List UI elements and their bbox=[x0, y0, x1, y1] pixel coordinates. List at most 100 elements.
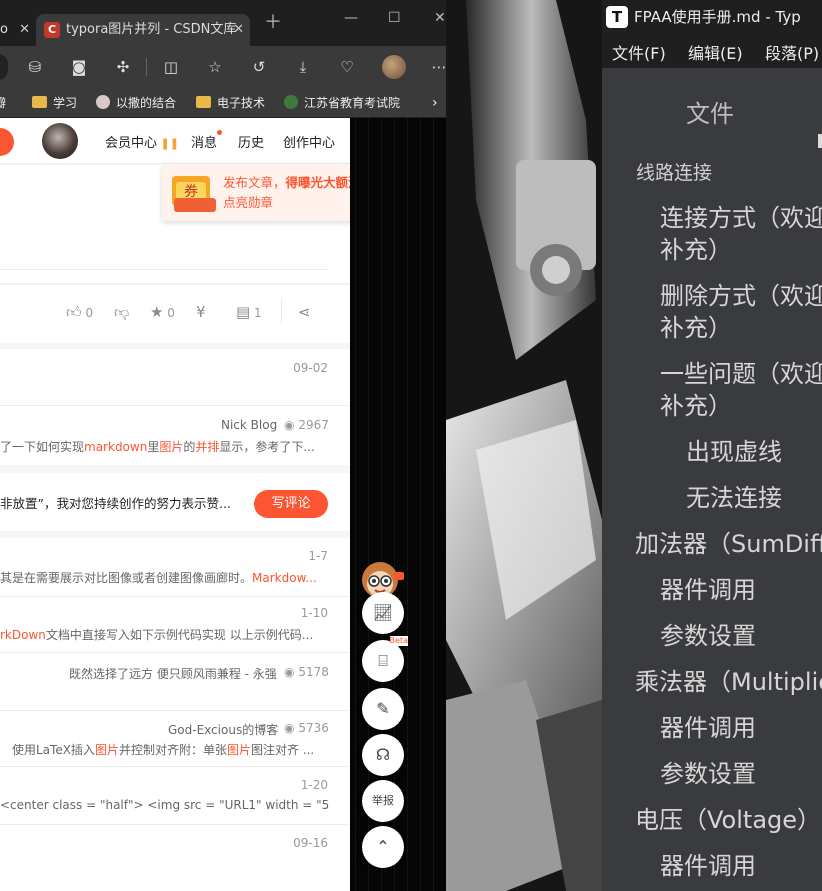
thumb-up-icon: 👍︎ bbox=[66, 303, 82, 321]
outline-item[interactable]: 补充） bbox=[660, 308, 732, 343]
yuan-icon: ¥ bbox=[196, 303, 206, 321]
maximize-button[interactable]: ☐ bbox=[388, 10, 401, 26]
outline-item[interactable]: 一些问题（欢迎 bbox=[660, 354, 822, 389]
author-name[interactable]: Nick Blog bbox=[221, 418, 277, 432]
article-snippet[interactable]: 了一下如何实现markdown里图片的并排显示，参考了下... bbox=[0, 438, 330, 455]
tab-active[interactable]: C typora图片并列 - CSDN文库 ✕ bbox=[36, 14, 250, 46]
address-bar[interactable] bbox=[0, 54, 8, 80]
typora-menubar: 文件(F) 编辑(E) 段落(P) bbox=[602, 34, 822, 68]
outline-item[interactable]: 器件调用 bbox=[660, 846, 756, 881]
new-tab-button[interactable]: ＋ bbox=[264, 8, 282, 34]
thumb-down-icon: 👎︎ bbox=[114, 303, 130, 321]
folder-icon bbox=[32, 96, 47, 108]
outline-item[interactable]: 出现虚线 bbox=[686, 432, 782, 467]
wallpaper-art bbox=[446, 0, 602, 891]
creator-center-link[interactable]: 创作中心 bbox=[283, 132, 335, 151]
outline-item[interactable]: 补充） bbox=[660, 230, 732, 265]
performance-heart-icon[interactable]: ♡ bbox=[336, 56, 358, 78]
puzzle-icon[interactable]: ✣ bbox=[112, 56, 134, 78]
outline-item[interactable]: 乘法器（Multiplie bbox=[635, 662, 822, 697]
extension-glasses-icon[interactable]: ◙ bbox=[68, 56, 90, 78]
profile-avatar[interactable] bbox=[382, 55, 406, 79]
tab-previous[interactable]: o ✕ bbox=[0, 14, 34, 46]
download-icon[interactable]: ⤓ bbox=[292, 56, 314, 78]
bookmark-jseea[interactable]: 江苏省教育考试院 bbox=[284, 93, 400, 113]
author-name[interactable]: 既然选择了远方 便只顾风雨兼程 - 永强 bbox=[69, 665, 277, 682]
database-icon[interactable]: ⛁ bbox=[24, 56, 46, 78]
member-center-link[interactable]: 会员中心 ❚❚ bbox=[105, 132, 179, 151]
csdn-top-nav: 会员中心 ❚❚ 消息 历史 创作中心 bbox=[0, 118, 350, 164]
typora-logo-icon: T bbox=[606, 6, 628, 28]
report-button[interactable]: 举报 bbox=[362, 780, 404, 822]
user-avatar[interactable] bbox=[42, 123, 78, 159]
history-icon[interactable]: ↺ bbox=[248, 56, 270, 78]
tab-close-icon[interactable]: ✕ bbox=[233, 14, 244, 46]
minimize-button[interactable]: — bbox=[344, 10, 358, 26]
view-count: ◉ 2967 bbox=[284, 418, 329, 432]
unread-dot bbox=[217, 130, 223, 135]
bookmarks-more-chevron-icon[interactable]: › bbox=[432, 93, 438, 113]
collect-button[interactable]: ★ 0 bbox=[150, 303, 175, 321]
outline-item[interactable]: 电压（Voltage） bbox=[635, 800, 821, 835]
sidebar-tab-files[interactable]: 文件 bbox=[686, 94, 734, 129]
view-count: ◉ 5736 bbox=[284, 721, 329, 735]
star-icon: ★ bbox=[150, 303, 164, 321]
article-snippet[interactable]: rkDown文档中直接写入如下示例代码实现 以上示例代码... bbox=[0, 626, 330, 643]
menu-edit[interactable]: 编辑(E) bbox=[688, 40, 743, 64]
browser-toolbar: ⛁ ◙ ✣ ◫ ☆ ↺ ⤓ ♡ ⋯ bbox=[0, 46, 464, 88]
bookmark-isaac[interactable]: 以撒的结合 bbox=[96, 93, 176, 113]
dislike-button[interactable]: 👎︎ bbox=[114, 303, 129, 322]
bracket-icon: ⌸ bbox=[378, 651, 388, 670]
share-button[interactable]: ⋖ bbox=[298, 303, 311, 321]
article-action-bar: 👍︎ 0 👎︎ ★ 0 ¥ ▤ 1 ⋖ bbox=[0, 285, 350, 343]
outline-item[interactable]: 加法器（SumDiff bbox=[635, 524, 822, 559]
split-screen-icon[interactable]: ◫ bbox=[160, 56, 182, 78]
favorites-icon[interactable]: ☆ bbox=[204, 56, 226, 78]
comment-icon: ▤ bbox=[236, 303, 251, 321]
folder-icon bbox=[196, 96, 211, 108]
back-to-top-button[interactable]: ⌃ bbox=[362, 826, 404, 868]
promo-text[interactable]: 发布文章，得曝光大额流量券 点亮勋章 bbox=[223, 173, 350, 213]
outline-item[interactable]: 删除方式（欢迎 bbox=[660, 276, 822, 311]
bookmark-item[interactable]: 瓣 bbox=[0, 93, 6, 113]
outline-item[interactable]: 无法连接 bbox=[686, 478, 782, 513]
isaac-icon bbox=[96, 95, 110, 109]
like-button[interactable]: 👍︎ 0 bbox=[66, 303, 93, 322]
reward-button[interactable]: ¥ bbox=[196, 303, 206, 321]
share-icon: ⋖ bbox=[298, 303, 311, 321]
messages-link[interactable]: 消息 bbox=[191, 130, 223, 151]
bookmark-folder-study[interactable]: 学习 bbox=[32, 93, 77, 113]
menu-paragraph[interactable]: 段落(P) bbox=[765, 40, 819, 64]
tab-bar: o ✕ C typora图片并列 - CSDN文库 ✕ ＋ — ☐ ✕ bbox=[0, 0, 464, 46]
beta-tool-button[interactable]: ⌸ Beta bbox=[362, 636, 408, 682]
eye-icon: ◉ bbox=[284, 665, 295, 679]
outline-item[interactable]: 器件调用 bbox=[660, 570, 756, 605]
tab-close-icon[interactable]: ✕ bbox=[19, 14, 30, 46]
outline-item[interactable]: 参数设置 bbox=[660, 754, 756, 789]
back-to-top-icon: ⌃ bbox=[376, 837, 390, 856]
write-note-button[interactable]: ✎ bbox=[362, 688, 404, 730]
window-close-button[interactable]: ✕ bbox=[434, 10, 446, 26]
data-chart-button[interactable]: 📈︎ bbox=[362, 592, 404, 634]
chart-icon: 📈︎ bbox=[372, 603, 394, 622]
menu-file[interactable]: 文件(F) bbox=[612, 40, 666, 64]
outline-item[interactable]: 补充） bbox=[660, 386, 732, 421]
author-name[interactable]: God-Excious的博客 bbox=[168, 721, 278, 738]
outline-item[interactable]: 器件调用 bbox=[660, 708, 756, 743]
browser-window: o ✕ C typora图片并列 - CSDN文库 ✕ ＋ — ☐ ✕ ⛁ ◙ … bbox=[0, 0, 464, 891]
search-button[interactable] bbox=[0, 128, 14, 156]
customer-service-button[interactable]: ☊ bbox=[362, 734, 404, 776]
desktop-wallpaper bbox=[446, 0, 602, 891]
article-snippet[interactable]: <center class = "half"> <img src = "URL1… bbox=[0, 798, 330, 812]
bookmark-folder-electronics[interactable]: 电子技术 bbox=[196, 93, 265, 113]
write-comment-button[interactable]: 写评论 bbox=[254, 490, 328, 518]
eye-icon: ◉ bbox=[284, 721, 295, 735]
site-icon bbox=[284, 95, 298, 109]
outline-item[interactable]: 线路连接 bbox=[636, 158, 712, 185]
comment-count-button[interactable]: ▤ 1 bbox=[236, 303, 262, 321]
article-snippet[interactable]: 使用LaTeX插入图片并控制对齐附：单张图片图注对齐 ... bbox=[12, 741, 330, 758]
article-snippet[interactable]: 其是在需要展示对比图像或者创建图像画廊时。Markdow... bbox=[0, 569, 330, 586]
outline-item[interactable]: 连接方式（欢迎 bbox=[660, 198, 822, 233]
history-link[interactable]: 历史 bbox=[238, 132, 264, 151]
outline-item[interactable]: 参数设置 bbox=[660, 616, 756, 651]
